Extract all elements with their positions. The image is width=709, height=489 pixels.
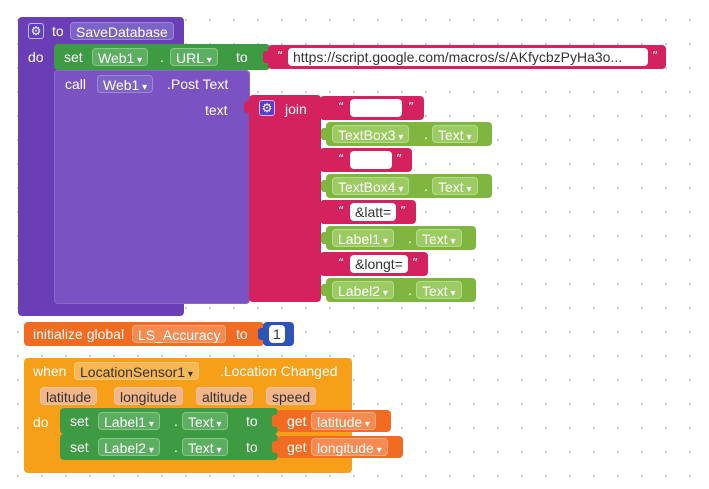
text-property-dropdown[interactable]: Text [432, 177, 478, 195]
to-label: to [236, 326, 248, 342]
when-label: when [33, 363, 67, 379]
textbox3-component-dropdown[interactable]: TextBox3 [332, 125, 410, 143]
quote-open-icon: “ [277, 49, 284, 63]
label1-text-getter[interactable]: Label1 . Text [321, 226, 476, 250]
event-do-label: do [33, 414, 49, 430]
param-longitude[interactable]: longitude [114, 387, 183, 405]
url-text-block[interactable]: “ https://script.google.com/macros/s/AKf… [263, 45, 666, 69]
call-label: call [65, 76, 87, 92]
dot-separator: . [408, 282, 412, 298]
procedure-to-label: to [52, 23, 64, 39]
number-block[interactable]: 1 [258, 322, 294, 346]
quote-open-icon: “ [338, 152, 345, 166]
join-mutator-gear-icon[interactable]: ⚙ [259, 100, 275, 116]
join-label: join [285, 101, 307, 117]
dot-separator: . [174, 413, 178, 429]
event-name-label: .Location Changed [220, 363, 338, 379]
to-label: to [246, 439, 258, 455]
initialize-global-label: initialize global [33, 326, 125, 342]
join-text-item-longt[interactable]: “ &longt= ” [320, 252, 428, 276]
quote-close-icon: ” [652, 49, 659, 63]
mutator-gear-icon[interactable]: ⚙ [28, 23, 44, 39]
param-latitude[interactable]: latitude [40, 387, 98, 405]
dot-separator: . [160, 49, 164, 65]
get-label: get [287, 413, 307, 429]
quote-open-icon: “ [338, 100, 345, 114]
text-property-dropdown[interactable]: Text [416, 281, 462, 299]
text-property-dropdown[interactable]: Text [182, 412, 228, 430]
text-property-dropdown[interactable]: Text [432, 125, 478, 143]
set-label: set [70, 413, 89, 429]
textbox4-component-dropdown[interactable]: TextBox4 [332, 177, 410, 195]
text-arg-label: text [205, 102, 228, 118]
to-label: to [236, 49, 248, 65]
url-text-field[interactable]: https://script.google.com/macros/s/AKfyc… [288, 48, 648, 66]
dot-separator: . [424, 126, 428, 142]
locationsensor1-dropdown[interactable]: LocationSensor1 [74, 362, 199, 380]
procedure-do-label: do [28, 49, 44, 65]
label2-set-dropdown[interactable]: Label2 [98, 438, 160, 456]
get-longitude-block[interactable]: get longitude [272, 436, 403, 458]
longitude-var-dropdown[interactable]: longitude [311, 438, 388, 456]
to-label: to [246, 413, 258, 429]
textbox4-text-getter[interactable]: TextBox4 . Text [321, 174, 492, 198]
set-label1-text-block[interactable]: set Label1 . Text to [60, 408, 278, 434]
web1-component-dropdown[interactable]: Web1 [92, 48, 149, 66]
text-property-dropdown[interactable]: Text [416, 229, 462, 247]
redacted-text-field[interactable] [350, 151, 392, 169]
call-web1-posttext-block[interactable]: call Web1 .Post Text text [54, 70, 250, 304]
longt-text-field[interactable]: &longt= [350, 255, 408, 273]
number-value-field[interactable]: 1 [269, 325, 285, 343]
set-label: set [64, 49, 83, 65]
param-speed[interactable]: speed [266, 387, 317, 405]
join-block[interactable]: ⚙ join [244, 95, 321, 302]
label1-set-dropdown[interactable]: Label1 [98, 412, 160, 430]
quote-open-icon: “ [338, 204, 345, 218]
dot-separator: . [408, 230, 412, 246]
quote-close-icon: ” [408, 100, 415, 114]
set-label2-text-block[interactable]: set Label2 . Text to [60, 434, 278, 460]
quote-close-icon: ” [396, 152, 403, 166]
textbox3-text-getter[interactable]: TextBox3 . Text [321, 122, 492, 146]
procedure-name-field[interactable]: SaveDatabase [70, 22, 174, 40]
param-altitude[interactable]: altitude [196, 387, 254, 405]
label2-text-getter[interactable]: Label2 . Text [321, 278, 476, 302]
set-label: set [70, 439, 89, 455]
join-text-item-1[interactable]: “ ” [320, 96, 424, 120]
label1-component-dropdown[interactable]: Label1 [332, 229, 394, 247]
set-web1-url-block[interactable]: set Web1 . URL to [54, 44, 270, 70]
global-var-name-field[interactable]: LS_Accuracy [132, 325, 227, 343]
post-text-method-label: .Post Text [167, 76, 229, 92]
get-latitude-block[interactable]: get latitude [272, 410, 391, 432]
web1-call-dropdown[interactable]: Web1 [97, 75, 154, 93]
label2-component-dropdown[interactable]: Label2 [332, 281, 394, 299]
dot-separator: . [424, 178, 428, 194]
get-label: get [287, 439, 307, 455]
join-text-item-2[interactable]: “ ” [320, 148, 412, 172]
dot-separator: . [174, 439, 178, 455]
redacted-text-field[interactable] [350, 99, 402, 117]
quote-close-icon: ” [400, 204, 407, 218]
join-text-item-latt[interactable]: “ &latt= ” [320, 200, 416, 224]
url-property-dropdown[interactable]: URL [170, 48, 218, 66]
initialize-global-block[interactable]: initialize global LS_Accuracy to [24, 322, 264, 346]
latt-text-field[interactable]: &latt= [350, 203, 397, 221]
quote-close-icon: ” [412, 256, 419, 270]
quote-open-icon: “ [338, 256, 345, 270]
latitude-var-dropdown[interactable]: latitude [311, 412, 376, 430]
text-property-dropdown[interactable]: Text [182, 438, 228, 456]
